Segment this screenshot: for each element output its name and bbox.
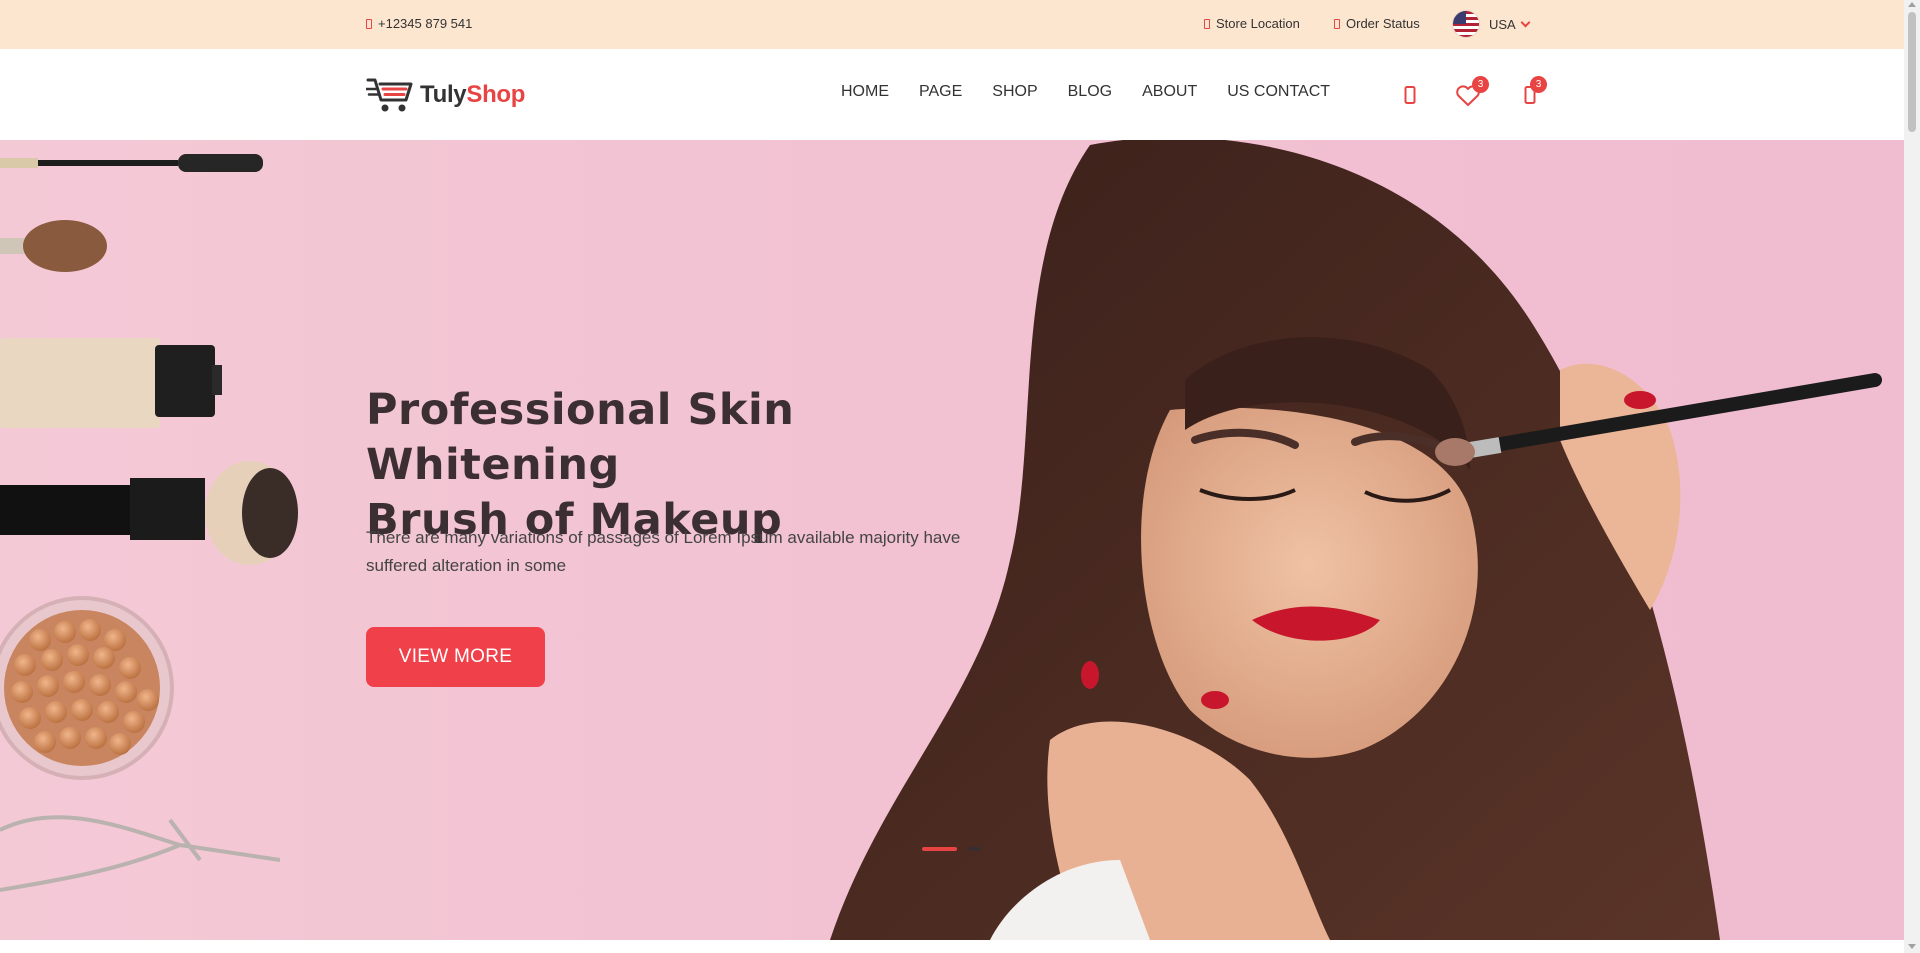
hero-description-line2: suffered alteration in some (366, 556, 567, 575)
order-status-label: Order Status (1346, 16, 1420, 31)
hero-description: There are many variations of passages of… (366, 524, 1006, 580)
nav-page[interactable]: PAGE (919, 83, 962, 101)
main-header: TulyShop HOME PAGE SHOP BLOG ABOUT US CO… (0, 49, 1904, 140)
nav-home[interactable]: HOME (841, 83, 889, 101)
small-brush (0, 220, 107, 272)
hero-title-line1: Professional Skin Whitening (366, 385, 795, 490)
wishlist-count-badge: 3 (1472, 76, 1489, 93)
logo[interactable]: TulyShop (366, 76, 525, 114)
slider-dot-1[interactable] (922, 847, 957, 851)
hero-slider: Professional Skin Whitening Brush of Mak… (0, 140, 1904, 940)
main-nav: HOME PAGE SHOP BLOG ABOUT US CONTACT (841, 83, 1330, 101)
nav-about[interactable]: ABOUT (1142, 83, 1197, 101)
cart-count-badge: 3 (1530, 76, 1547, 93)
country-label: USA (1489, 16, 1516, 32)
phone-number: +12345 879 541 (378, 16, 473, 31)
account-button[interactable] (1400, 85, 1420, 110)
cart-button[interactable]: 3 (1520, 76, 1547, 110)
user-icon (1404, 86, 1416, 104)
cart-logo-icon (366, 78, 413, 112)
logo-text-part1: Tuly (420, 81, 467, 108)
slider-dot-2[interactable] (967, 847, 981, 851)
country-selector[interactable]: USA (1453, 11, 1531, 37)
store-location-label: Store Location (1216, 16, 1300, 31)
mascara-wand (0, 154, 263, 172)
nav-contact[interactable]: US CONTACT (1227, 83, 1330, 101)
header-icons: 3 3 (1400, 76, 1550, 115)
page-scrollbar[interactable] (1904, 0, 1920, 953)
nav-blog[interactable]: BLOG (1068, 83, 1112, 101)
view-more-button[interactable]: VIEW MORE (366, 627, 545, 687)
box-icon (1334, 18, 1340, 29)
store-location-link[interactable]: Store Location (1204, 16, 1300, 31)
phone-icon (366, 18, 372, 29)
usa-flag-icon (1453, 11, 1479, 37)
scroll-up-arrow-icon[interactable] (1908, 2, 1916, 7)
big-brush (0, 461, 298, 565)
phone-contact[interactable]: +12345 879 541 (366, 16, 472, 31)
chevron-down-icon (1520, 17, 1531, 27)
wishlist-button[interactable]: 3 (1455, 76, 1489, 112)
logo-text-part2: Shop (466, 81, 526, 108)
top-bar: +12345 879 541 Store Location Order Stat… (0, 0, 1904, 49)
slider-pagination (922, 847, 981, 851)
eyelash-curler (0, 815, 281, 892)
hero-description-line1: There are many variations of passages of… (366, 528, 961, 547)
map-pin-icon (1204, 18, 1210, 29)
page-bottom-strip (0, 940, 1904, 953)
order-status-link[interactable]: Order Status (1334, 16, 1420, 31)
scroll-down-arrow-icon[interactable] (1908, 944, 1916, 949)
scrollbar-thumb[interactable] (1908, 12, 1916, 132)
page: +12345 879 541 Store Location Order Stat… (0, 0, 1920, 953)
foundation-bottle (0, 338, 222, 428)
blush-pearls (0, 596, 174, 780)
nav-shop[interactable]: SHOP (992, 83, 1037, 101)
logo-text: TulyShop (420, 81, 525, 109)
